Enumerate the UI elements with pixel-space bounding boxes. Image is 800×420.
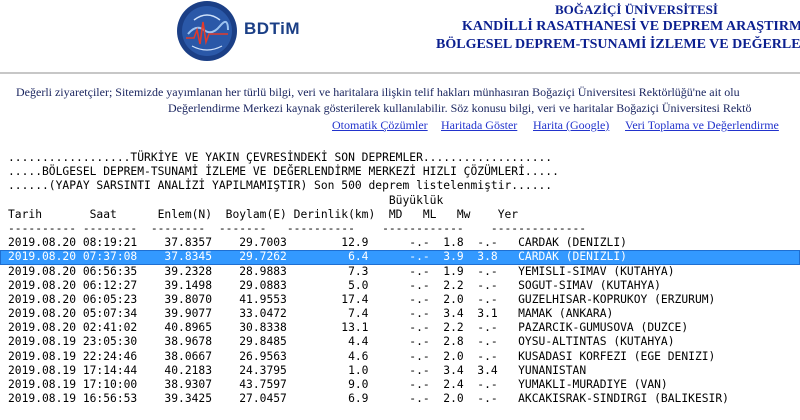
university-title: BOĞAZİÇİ ÜNİVERSİTESİ (555, 2, 718, 17)
earthquake-row[interactable]: 2019.08.19 23:05:30 38.9678 29.8485 4.4 … (0, 335, 800, 349)
earthquake-row[interactable]: 2019.08.20 02:41:02 40.8965 30.8338 13.1… (0, 321, 800, 335)
header-divider (0, 72, 800, 74)
bdtim-wordmark: BDTiM (244, 19, 301, 38)
earthquake-row[interactable]: 2019.08.20 08:19:21 37.8357 29.7003 12.9… (0, 236, 800, 250)
nav-link-show-on-map[interactable]: Haritada Göster (441, 118, 517, 133)
row-location: CARDAK (DENIZLI) (518, 250, 627, 264)
earthquake-rows: 2019.08.20 08:19:21 37.8357 29.7003 12.9… (0, 236, 800, 406)
row-location: SOGUT-SIMAV (KUTAHYA) (518, 278, 661, 292)
earthquake-row[interactable]: 2019.08.20 06:56:35 39.2328 28.9883 7.3 … (0, 265, 800, 279)
listing-title-2: .....BÖLGESEL DEPREM-TSUNAMİ İZLEME VE D… (8, 165, 559, 179)
row-values: 2019.08.20 02:41:02 40.8965 30.8338 13.1… (8, 321, 519, 335)
nav-link-automatic-solutions[interactable]: Otomatik Çözümler (332, 118, 428, 133)
row-location: AKCAKISRAK-SINDIRGI (BALIKESIR) (518, 392, 729, 406)
column-headers: Tarih Saat Enlem(N) Boylam(E) Derinlik(k… (8, 207, 519, 221)
earthquake-listing: ..................TÜRKİYE VE YAKIN ÇEVRE… (0, 151, 800, 406)
row-location: OYSU-ALTINTAS (KUTAHYA) (518, 335, 675, 349)
listing-title-1: ..................TÜRKİYE VE YAKIN ÇEVRE… (8, 151, 553, 164)
bdtim-logo-icon (177, 1, 237, 61)
header-separator: ---------- -------- -------- ------- ---… (8, 221, 587, 235)
row-location: MAMAK (ANKARA) (518, 307, 614, 321)
earthquake-row[interactable]: 2019.08.19 16:56:53 39.3425 27.0457 6.9 … (0, 392, 800, 406)
row-values: 2019.08.20 06:56:35 39.2328 28.9883 7.3 … (8, 264, 519, 278)
nav-link-google-map[interactable]: Harita (Google) (533, 118, 609, 133)
earthquake-row[interactable]: 2019.08.20 05:07:34 39.9077 33.0472 7.4 … (0, 307, 800, 321)
listing-title-3: ......(YAPAY SARSINTI ANALİZİ YAPILMAMIŞ… (8, 179, 553, 193)
row-values: 2019.08.20 08:19:21 37.8357 29.7003 12.9… (8, 236, 519, 250)
row-location: YEMISLI-SIMAV (KUTAHYA) (518, 264, 675, 278)
earthquake-row[interactable]: 2019.08.19 17:10:00 38.9307 43.7597 9.0 … (0, 378, 800, 392)
earthquake-row[interactable]: 2019.08.20 07:37:08 37.8345 29.7262 6.4 … (0, 250, 800, 265)
row-values: 2019.08.19 23:05:30 38.9678 29.8485 4.4 … (8, 335, 519, 349)
row-values: 2019.08.20 06:12:27 39.1498 29.0883 5.0 … (8, 278, 519, 292)
earthquake-row[interactable]: 2019.08.20 06:12:27 39.1498 29.0883 5.0 … (0, 279, 800, 293)
row-location: KUSADASI KORFEZI (EGE DENIZI) (518, 349, 716, 363)
row-location: PAZARCIK-GUMUSOVA (DUZCE) (518, 321, 689, 335)
earthquake-row[interactable]: 2019.08.19 22:24:46 38.0667 26.9563 4.6 … (0, 350, 800, 364)
earthquake-row[interactable]: 2019.08.19 17:14:44 40.2183 24.3795 1.0 … (0, 364, 800, 378)
row-values: 2019.08.20 07:37:08 37.8345 29.7262 6.4 … (8, 250, 519, 264)
row-values: 2019.08.19 17:10:00 38.9307 43.7597 9.0 … (8, 378, 519, 391)
copyright-notice-line2: Değerlendirme Merkezi kaynak gösterilere… (168, 101, 752, 115)
row-values: 2019.08.19 22:24:46 38.0667 26.9563 4.6 … (8, 349, 519, 363)
row-values: 2019.08.19 16:56:53 39.3425 27.0457 6.9 … (8, 392, 519, 406)
copyright-notice-line1: Değerli ziyaretçiler; Sitemizde yayımlan… (16, 85, 740, 99)
row-location: YUMAKLI-MURADIYE (VAN) (518, 378, 668, 391)
row-location: YUNANISTAN (518, 363, 587, 377)
row-location: GUZELHISAR-KOPRUKOY (ERZURUM) (518, 292, 716, 306)
row-values: 2019.08.20 05:07:34 39.9077 33.0472 7.4 … (8, 307, 519, 321)
center-title: BÖLGESEL DEPREM-TSUNAMİ İZLEME VE DEĞERL… (436, 37, 800, 52)
row-values: 2019.08.20 06:05:23 39.8070 41.9553 17.4… (8, 292, 519, 306)
observatory-title: KANDİLLİ RASATHANESİ VE DEPREM ARAŞTIRMA… (462, 19, 800, 34)
row-values: 2019.08.19 17:14:44 40.2183 24.3795 1.0 … (8, 363, 519, 377)
site-header: BDTiM BOĞAZİÇİ ÜNİVERSİTESİ KANDİLLİ RAS… (0, 0, 800, 72)
row-location: CARDAK (DENIZLI) (518, 236, 627, 250)
earthquake-row[interactable]: 2019.08.20 06:05:23 39.8070 41.9553 17.4… (0, 293, 800, 307)
nav-link-data-collection[interactable]: Veri Toplama ve Değerlendirme (625, 118, 779, 133)
magnitude-header: Büyüklük (8, 193, 444, 207)
